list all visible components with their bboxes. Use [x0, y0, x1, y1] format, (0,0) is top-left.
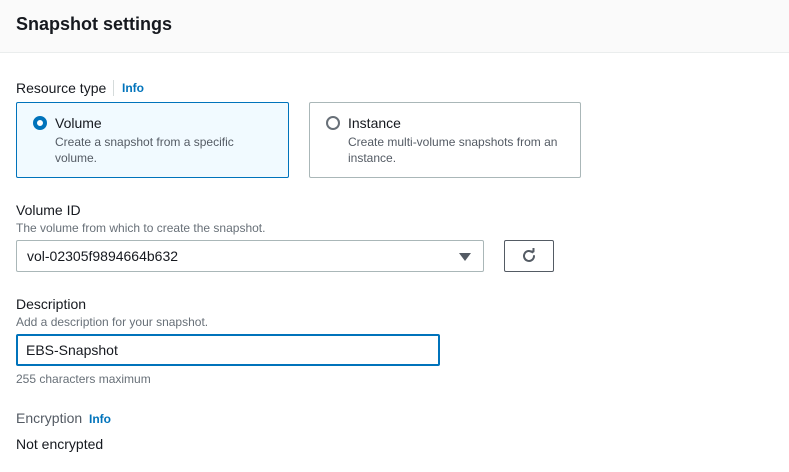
section-title: Snapshot settings — [16, 14, 173, 34]
volume-option-description: Create a snapshot from a specific volume… — [55, 135, 234, 165]
instance-radio-button[interactable] — [326, 116, 340, 130]
description-label: Description — [16, 296, 87, 312]
caret-down-icon — [459, 253, 471, 261]
instance-option-description: Create multi-volume snapshots from an in… — [348, 135, 558, 165]
volume-radio-button[interactable] — [33, 116, 47, 130]
volume-id-selected-value: vol-02305f9894664b632 — [27, 248, 179, 264]
description-hint: Add a description for your snapshot. — [16, 315, 209, 329]
refresh-volumes-button[interactable] — [504, 240, 554, 272]
encryption-label: Encryption — [16, 410, 83, 426]
encryption-value: Not encrypted — [16, 436, 104, 452]
encryption-info-link[interactable]: Info — [89, 412, 111, 426]
description-input[interactable] — [16, 334, 440, 366]
instance-option-title: Instance — [348, 115, 401, 131]
volume-option-title: Volume — [55, 115, 102, 131]
refresh-icon — [523, 248, 535, 262]
description-constraint-text: 255 characters maximum — [16, 372, 151, 386]
resource-type-option-volume[interactable]: Volume Create a snapshot from a specific… — [16, 102, 289, 178]
resource-type-option-instance[interactable]: Instance Create multi-volume snapshots f… — [309, 102, 581, 178]
volume-id-hint: The volume from which to create the snap… — [16, 221, 266, 235]
resource-type-label: Resource type — [16, 80, 107, 96]
label-divider — [113, 80, 114, 96]
volume-id-select[interactable]: vol-02305f9894664b632 — [16, 240, 484, 272]
resource-type-info-link[interactable]: Info — [122, 81, 144, 95]
section-header: Snapshot settings — [0, 0, 789, 53]
volume-id-label: Volume ID — [16, 202, 81, 218]
